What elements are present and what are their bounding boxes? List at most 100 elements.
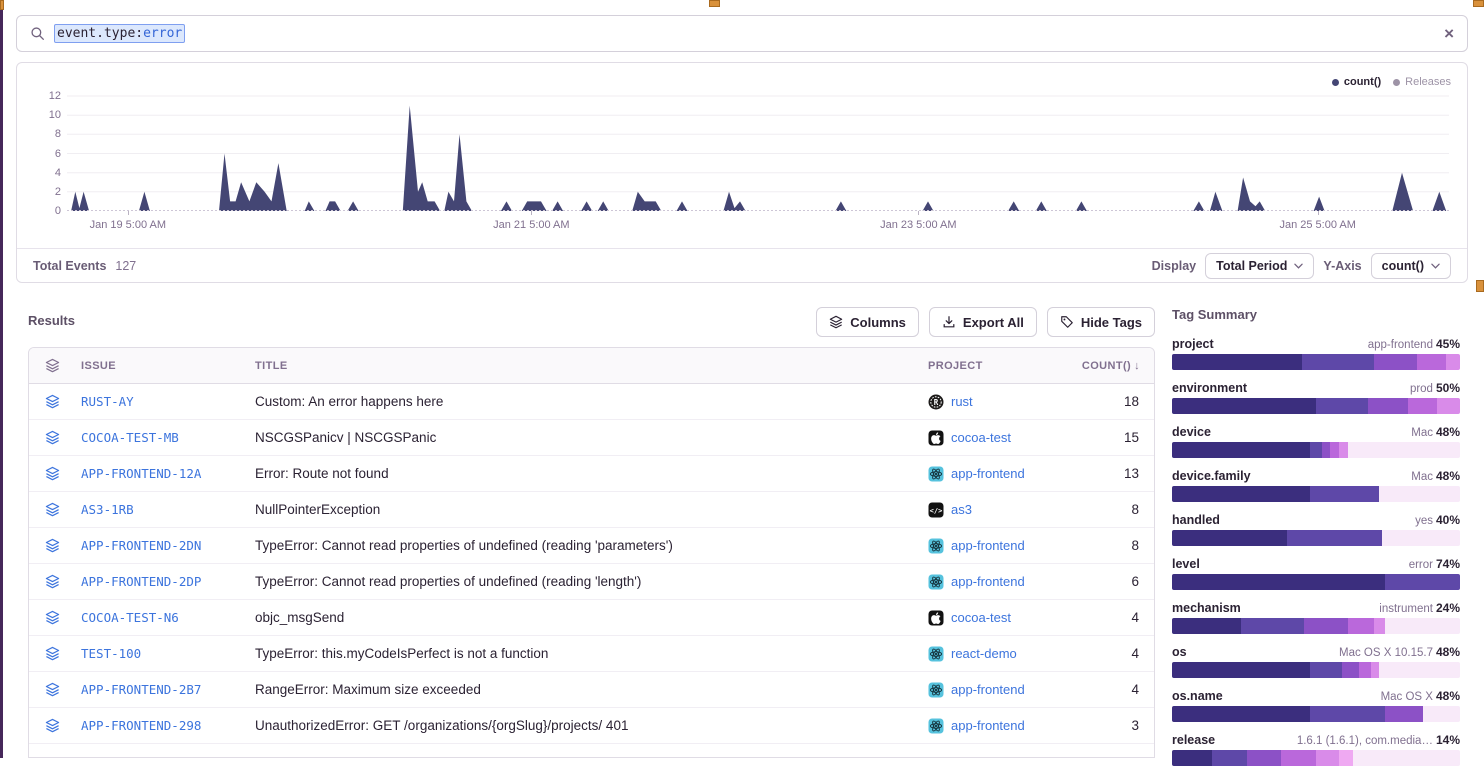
- y-axis-select[interactable]: count(): [1371, 253, 1451, 279]
- project-link[interactable]: cocoa-test: [951, 430, 1011, 445]
- project-link[interactable]: react-demo: [951, 646, 1017, 661]
- export-all-button[interactable]: Export All: [929, 307, 1037, 337]
- project-link[interactable]: app-frontend: [951, 682, 1025, 697]
- issue-title: RangeError: Maximum size exceeded: [251, 682, 924, 697]
- display-select[interactable]: Total Period: [1205, 253, 1314, 279]
- table-row[interactable]: TEST-100 TypeError: this.myCodeIsPerfect…: [29, 636, 1154, 672]
- search-query-token[interactable]: event.type:error: [54, 24, 185, 43]
- y-axis-tick-label: 10: [49, 109, 61, 121]
- column-header-project[interactable]: PROJECT: [924, 360, 1068, 372]
- table-row[interactable]: AS3-1RB NullPointerException </> as3 8: [29, 492, 1154, 528]
- project-link[interactable]: app-frontend: [951, 466, 1025, 481]
- chart-x-axis: Jan 19 5:00 AMJan 21 5:00 AMJan 23 5:00 …: [67, 215, 1449, 235]
- tag-distribution-bar[interactable]: [1172, 706, 1460, 722]
- react-logo-icon: [928, 574, 944, 590]
- tag-name: project: [1172, 337, 1214, 351]
- issue-link[interactable]: TEST-100: [81, 646, 141, 661]
- issue-title: objc_msgSend: [251, 610, 924, 625]
- table-row[interactable]: COCOA-TEST-MB NSCGSPanicv | NSCGSPanic c…: [29, 420, 1154, 456]
- table-row[interactable]: APP-FRONTEND-2B7 RangeError: Maximum siz…: [29, 672, 1154, 708]
- count-value: 6: [1068, 574, 1154, 589]
- tag-distribution-bar[interactable]: [1172, 750, 1460, 766]
- issue-link[interactable]: COCOA-TEST-MB: [81, 430, 179, 445]
- results-toolbar: Columns Export All Hide Tags: [845, 307, 1155, 337]
- y-axis-tick-label: 4: [55, 167, 61, 179]
- tag-name: release: [1172, 733, 1215, 747]
- total-events-label: Total Events: [33, 259, 106, 273]
- tag-name: environment: [1172, 381, 1247, 395]
- tag-percentage: 48%: [1436, 469, 1460, 483]
- tag-top-value: Mac OS X 10.15.7: [1339, 647, 1433, 659]
- tag-distribution-bar[interactable]: [1172, 574, 1460, 590]
- tag-distribution-bar[interactable]: [1172, 662, 1460, 678]
- column-header-issue[interactable]: ISSUE: [75, 360, 251, 372]
- column-header-count[interactable]: COUNT() ↓: [1068, 360, 1154, 372]
- project-link[interactable]: rust: [951, 394, 973, 409]
- tag-percentage: 48%: [1436, 425, 1460, 439]
- columns-button[interactable]: Columns: [816, 307, 919, 337]
- issue-link[interactable]: COCOA-TEST-N6: [81, 610, 179, 625]
- apple-logo-icon: [928, 610, 944, 626]
- tag-top-value: yes: [1415, 515, 1433, 527]
- search-bar[interactable]: event.type:error ×: [16, 15, 1468, 52]
- tag-name: os: [1172, 645, 1187, 659]
- legend-count[interactable]: count(): [1332, 76, 1381, 88]
- layers-icon: [829, 315, 843, 329]
- tag-name: mechanism: [1172, 601, 1241, 615]
- tag-name: os.name: [1172, 689, 1223, 703]
- x-axis-tick-label: Jan 19 5:00 AM: [90, 219, 166, 231]
- table-row[interactable]: APP-FRONTEND-12A Error: Route not found …: [29, 456, 1154, 492]
- tag-distribution-bar[interactable]: [1172, 618, 1460, 634]
- react-logo-icon: [928, 646, 944, 662]
- artifact-marker: [1476, 280, 1484, 292]
- tag-distribution-bar[interactable]: [1172, 530, 1460, 546]
- issues-stack-icon: [45, 358, 60, 373]
- issue-link[interactable]: APP-FRONTEND-2DP: [81, 574, 201, 589]
- count-series-dot-icon: [1332, 79, 1339, 86]
- hide-tags-button[interactable]: Hide Tags: [1047, 307, 1155, 337]
- issue-link[interactable]: RUST-AY: [81, 394, 134, 409]
- events-area-chart[interactable]: [67, 89, 1449, 211]
- tag-summary-row: os.name Mac OS X48%: [1172, 689, 1460, 722]
- download-icon: [942, 315, 956, 329]
- table-row[interactable]: COCOA-TEST-N6 objc_msgSend cocoa-test 4: [29, 600, 1154, 636]
- table-row[interactable]: APP-FRONTEND-2DP TypeError: Cannot read …: [29, 564, 1154, 600]
- tag-distribution-bar[interactable]: [1172, 442, 1460, 458]
- project-link[interactable]: app-frontend: [951, 718, 1025, 733]
- releases-series-dot-icon: [1393, 79, 1400, 86]
- react-logo-icon: [928, 682, 944, 698]
- tag-percentage: 48%: [1436, 645, 1460, 659]
- legend-releases[interactable]: Releases: [1393, 76, 1451, 88]
- tag-distribution-bar[interactable]: [1172, 398, 1460, 414]
- issue-link[interactable]: APP-FRONTEND-298: [81, 718, 201, 733]
- react-logo-icon: [928, 718, 944, 734]
- table-row[interactable]: RUST-AY Custom: An error happens here R …: [29, 384, 1154, 420]
- code-project-icon: </>: [928, 502, 944, 518]
- tag-distribution-bar[interactable]: [1172, 486, 1460, 502]
- project-link[interactable]: app-frontend: [951, 574, 1025, 589]
- issue-title: Custom: An error happens here: [251, 394, 924, 409]
- y-axis-tick-label: 0: [55, 205, 61, 217]
- tag-distribution-bar[interactable]: [1172, 354, 1460, 370]
- tag-percentage: 45%: [1436, 337, 1460, 351]
- project-link[interactable]: as3: [951, 502, 972, 517]
- issue-link[interactable]: APP-FRONTEND-12A: [81, 466, 201, 481]
- issue-link[interactable]: APP-FRONTEND-2B7: [81, 682, 201, 697]
- count-value: 3: [1068, 718, 1154, 733]
- table-row[interactable]: APP-FRONTEND-298 UnauthorizedError: GET …: [29, 708, 1154, 744]
- artifact-marker: [1473, 0, 1484, 7]
- issue-link[interactable]: APP-FRONTEND-2DN: [81, 538, 201, 553]
- table-header-row: ISSUE TITLE PROJECT COUNT() ↓: [29, 348, 1154, 384]
- search-query-value: error: [143, 26, 182, 41]
- table-row[interactable]: APP-FRONTEND-2DN TypeError: Cannot read …: [29, 528, 1154, 564]
- column-header-title[interactable]: TITLE: [251, 360, 924, 372]
- issue-title: NullPointerException: [251, 502, 924, 517]
- tag-summary-row: device.family Mac48%: [1172, 469, 1460, 502]
- project-link[interactable]: cocoa-test: [951, 610, 1011, 625]
- close-icon[interactable]: ×: [1444, 25, 1454, 42]
- issue-stack-icon: [45, 682, 60, 697]
- count-value: 13: [1068, 466, 1154, 481]
- tag-top-value: Mac: [1411, 427, 1433, 439]
- issue-link[interactable]: AS3-1RB: [81, 502, 134, 517]
- project-link[interactable]: app-frontend: [951, 538, 1025, 553]
